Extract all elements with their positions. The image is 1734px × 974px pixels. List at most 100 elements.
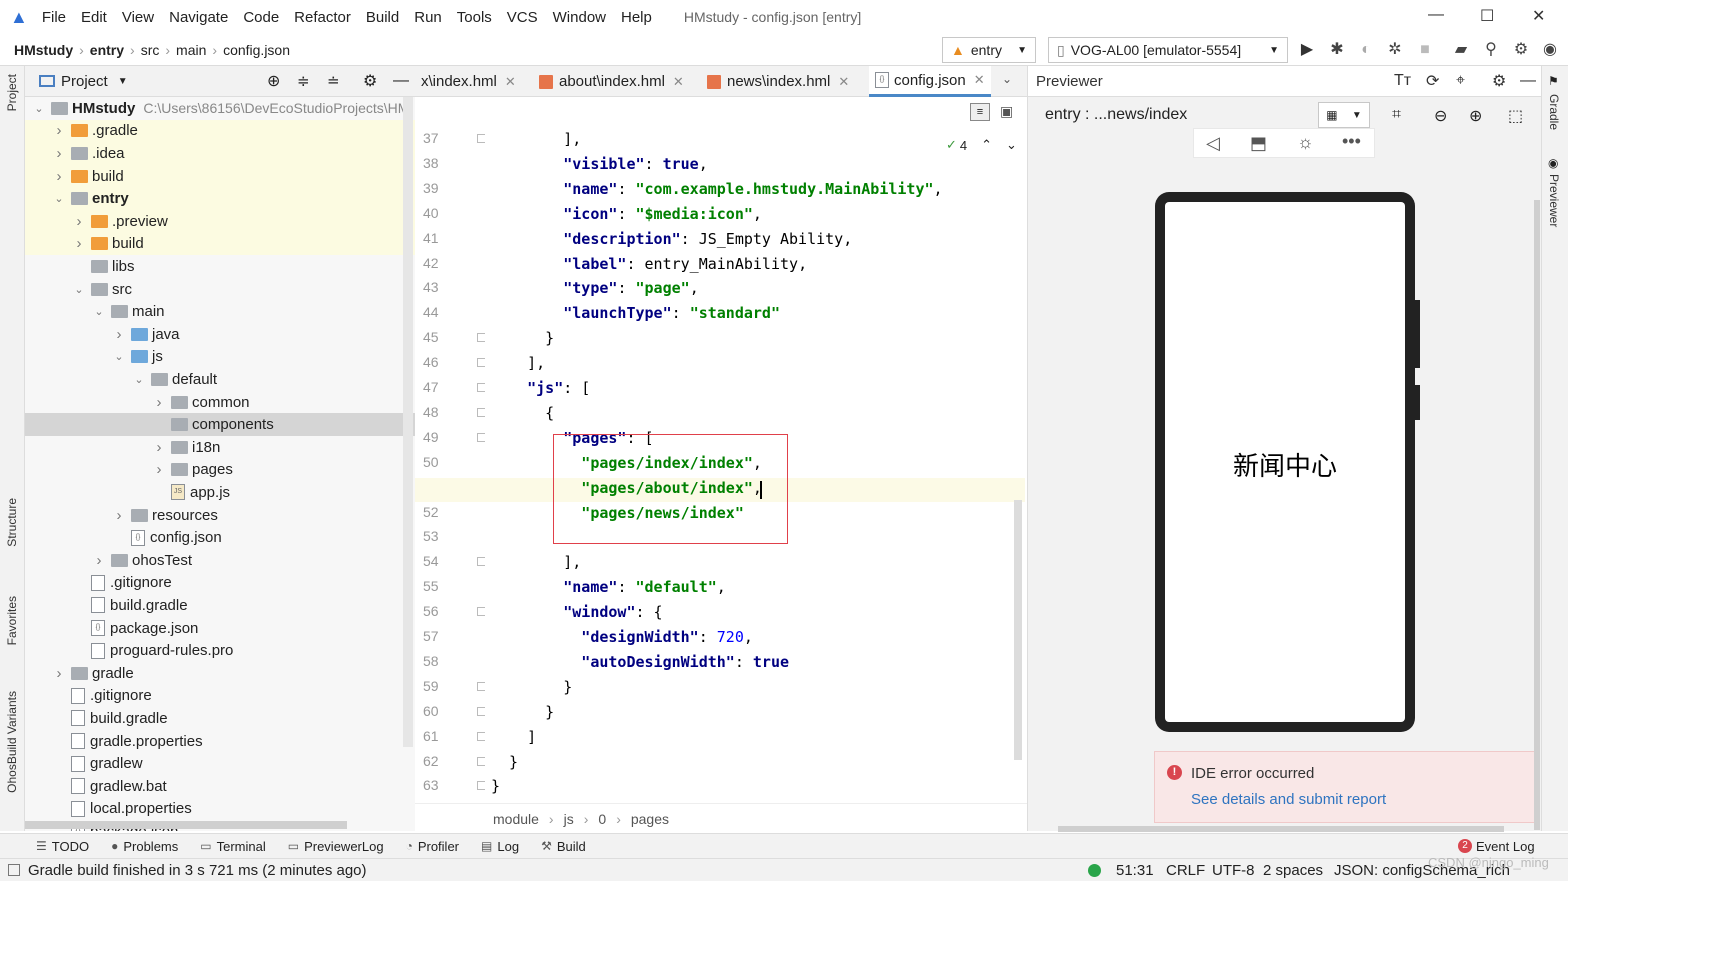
chevron-right-icon[interactable]: ›	[153, 394, 165, 411]
file-encoding[interactable]: UTF-8	[1212, 862, 1255, 879]
chevron-down-icon[interactable]: ⌄	[133, 373, 145, 386]
zoom-in-icon[interactable]: ⊕	[1469, 106, 1482, 126]
tree-item[interactable]: proguard-rules.pro	[25, 639, 415, 662]
search-icon[interactable]: ⚲	[1482, 41, 1500, 59]
menu-item-run[interactable]: Run	[414, 9, 442, 26]
minimize-icon[interactable]: —	[1428, 6, 1444, 24]
breadcrumb-item[interactable]: main	[176, 42, 206, 58]
editor-tab[interactable]: about\index.hml ✕	[533, 66, 690, 97]
tab-list-chevron-icon[interactable]: ⌄	[1002, 72, 1012, 86]
menu-item-view[interactable]: View	[122, 9, 154, 26]
chevron-right-icon[interactable]: ›	[53, 168, 65, 185]
breadcrumb-item[interactable]: src	[141, 42, 160, 58]
tool-button-problems[interactable]: ● Problems	[111, 839, 178, 854]
tree-item[interactable]: build.gradle	[25, 707, 415, 730]
close-tab-icon[interactable]: ✕	[673, 74, 684, 90]
tree-item[interactable]: local.properties	[25, 798, 415, 821]
rotate-icon[interactable]: ⬒	[1250, 133, 1267, 154]
cursor-position[interactable]: 51:31	[1116, 862, 1154, 879]
chevron-down-icon[interactable]: ⌄	[113, 350, 125, 363]
favorites-tool-tab[interactable]: Favorites	[5, 596, 19, 645]
previewer-tool-tab[interactable]: Previewer	[1547, 174, 1561, 227]
chevron-down-icon[interactable]: ⌄	[53, 192, 65, 205]
chevron-right-icon[interactable]: ›	[153, 439, 165, 456]
tool-button-profiler[interactable]: ◔ Profiler	[406, 839, 459, 854]
menu-item-code[interactable]: Code	[243, 9, 279, 26]
menu-item-refactor[interactable]: Refactor	[294, 9, 351, 26]
tree-item[interactable]: › .preview	[25, 210, 415, 233]
tree-item[interactable]: {} config.json	[25, 526, 415, 549]
expand-all-icon[interactable]: ≑	[297, 72, 310, 90]
structure-breadcrumb-item[interactable]: 0	[598, 811, 606, 827]
chevron-down-icon[interactable]: ⌄	[93, 305, 105, 318]
chevron-right-icon[interactable]: ›	[113, 507, 125, 524]
locate-icon[interactable]: ⊕	[267, 71, 280, 91]
code-view-icon[interactable]: ≡	[970, 103, 990, 121]
tree-item[interactable]: .gitignore	[25, 685, 415, 708]
chevron-down-icon[interactable]: ⌄	[33, 102, 45, 115]
account-icon[interactable]: ◉	[1541, 41, 1559, 59]
prev-highlight-icon[interactable]: ⌃	[981, 137, 992, 153]
preview-view-icon[interactable]: ▣	[1000, 103, 1018, 121]
tree-item[interactable]: › pages	[25, 459, 415, 482]
close-tab-icon[interactable]: ✕	[838, 74, 849, 90]
close-icon[interactable]: ✕	[1532, 6, 1545, 26]
zoom-out-icon[interactable]: ⊖	[1434, 106, 1447, 126]
chevron-right-icon[interactable]: ›	[53, 665, 65, 682]
tree-item[interactable]: {} package.json	[25, 617, 415, 640]
settings-icon[interactable]: ⚙	[1512, 41, 1530, 59]
attach-debugger-icon[interactable]: ◐	[1357, 41, 1375, 59]
tree-item[interactable]: › ohosTest	[25, 549, 415, 572]
tree-item[interactable]: JS app.js	[25, 481, 415, 504]
project-tool-tab[interactable]: Project	[5, 74, 19, 111]
font-size-icon[interactable]: Tт	[1394, 72, 1411, 90]
error-details-link[interactable]: See details and submit report	[1191, 791, 1386, 808]
tree-item[interactable]: ⌄ default	[25, 368, 415, 391]
device-layout-selector[interactable]: ▦ ▼	[1318, 102, 1370, 128]
previewer-hscrollbar[interactable]	[1058, 826, 1504, 832]
crop-icon[interactable]: ⌗	[1392, 106, 1401, 124]
editor-tab[interactable]: {} config.json ✕	[869, 66, 991, 97]
device-selector[interactable]: ▯ VOG-AL00 [emulator-5554] ▼	[1048, 37, 1288, 63]
breadcrumb-item[interactable]: config.json	[223, 42, 290, 58]
tree-scrollbar[interactable]	[403, 97, 413, 747]
hide-panel-icon[interactable]: —	[1520, 72, 1536, 90]
debug-icon[interactable]: ✱	[1328, 41, 1346, 59]
hide-panel-icon[interactable]: —	[393, 72, 409, 90]
chevron-right-icon[interactable]: ›	[53, 145, 65, 162]
menu-item-help[interactable]: Help	[621, 9, 652, 26]
tree-item[interactable]: › .gradle	[25, 119, 415, 143]
chevron-down-icon[interactable]: ⌄	[73, 283, 85, 296]
gear-icon[interactable]: ⚙	[1492, 71, 1506, 91]
chevron-right-icon[interactable]: ›	[93, 552, 105, 569]
menu-item-vcs[interactable]: VCS	[507, 9, 538, 26]
next-highlight-icon[interactable]: ⌄	[1006, 137, 1017, 153]
tool-button-previewerlog[interactable]: ▭ PreviewerLog	[288, 839, 384, 854]
tree-item[interactable]: gradlew	[25, 752, 415, 775]
close-tab-icon[interactable]: ✕	[505, 74, 516, 90]
run-icon[interactable]: ▶	[1298, 41, 1316, 59]
tree-item[interactable]: libs	[25, 255, 415, 278]
tree-item[interactable]: ⌄ main	[25, 300, 415, 323]
tree-item[interactable]: › .idea	[25, 142, 415, 165]
tree-item[interactable]: › java	[25, 323, 415, 346]
inspect-icon[interactable]: ⌖	[1456, 72, 1465, 90]
inspection-widget[interactable]: ✓ 4 ⌃ ⌄	[946, 137, 1017, 153]
structure-breadcrumb-item[interactable]: pages	[631, 811, 669, 827]
status-toggle-icon[interactable]	[8, 864, 20, 876]
breadcrumb-item[interactable]: HMstudy	[14, 42, 73, 58]
event-log-button[interactable]: 2 Event Log	[1458, 839, 1535, 854]
structure-tool-tab[interactable]: Structure	[5, 498, 19, 547]
refresh-icon[interactable]: ⟳	[1426, 71, 1439, 91]
chevron-right-icon[interactable]: ›	[73, 235, 85, 252]
menu-item-window[interactable]: Window	[553, 9, 606, 26]
gradle-tool-tab[interactable]: Gradle	[1547, 94, 1561, 130]
tool-button-log[interactable]: ▤ Log	[481, 839, 519, 854]
build-variants-tool-tab[interactable]: OhosBuild Variants	[5, 691, 19, 793]
tree-item[interactable]: › resources	[25, 504, 415, 527]
editor-tab[interactable]: news\index.hml ✕	[701, 66, 855, 97]
menu-item-navigate[interactable]: Navigate	[169, 9, 228, 26]
back-icon[interactable]: ◁	[1206, 133, 1220, 154]
indent-setting[interactable]: 2 spaces	[1263, 862, 1323, 879]
menu-item-file[interactable]: File	[42, 9, 66, 26]
